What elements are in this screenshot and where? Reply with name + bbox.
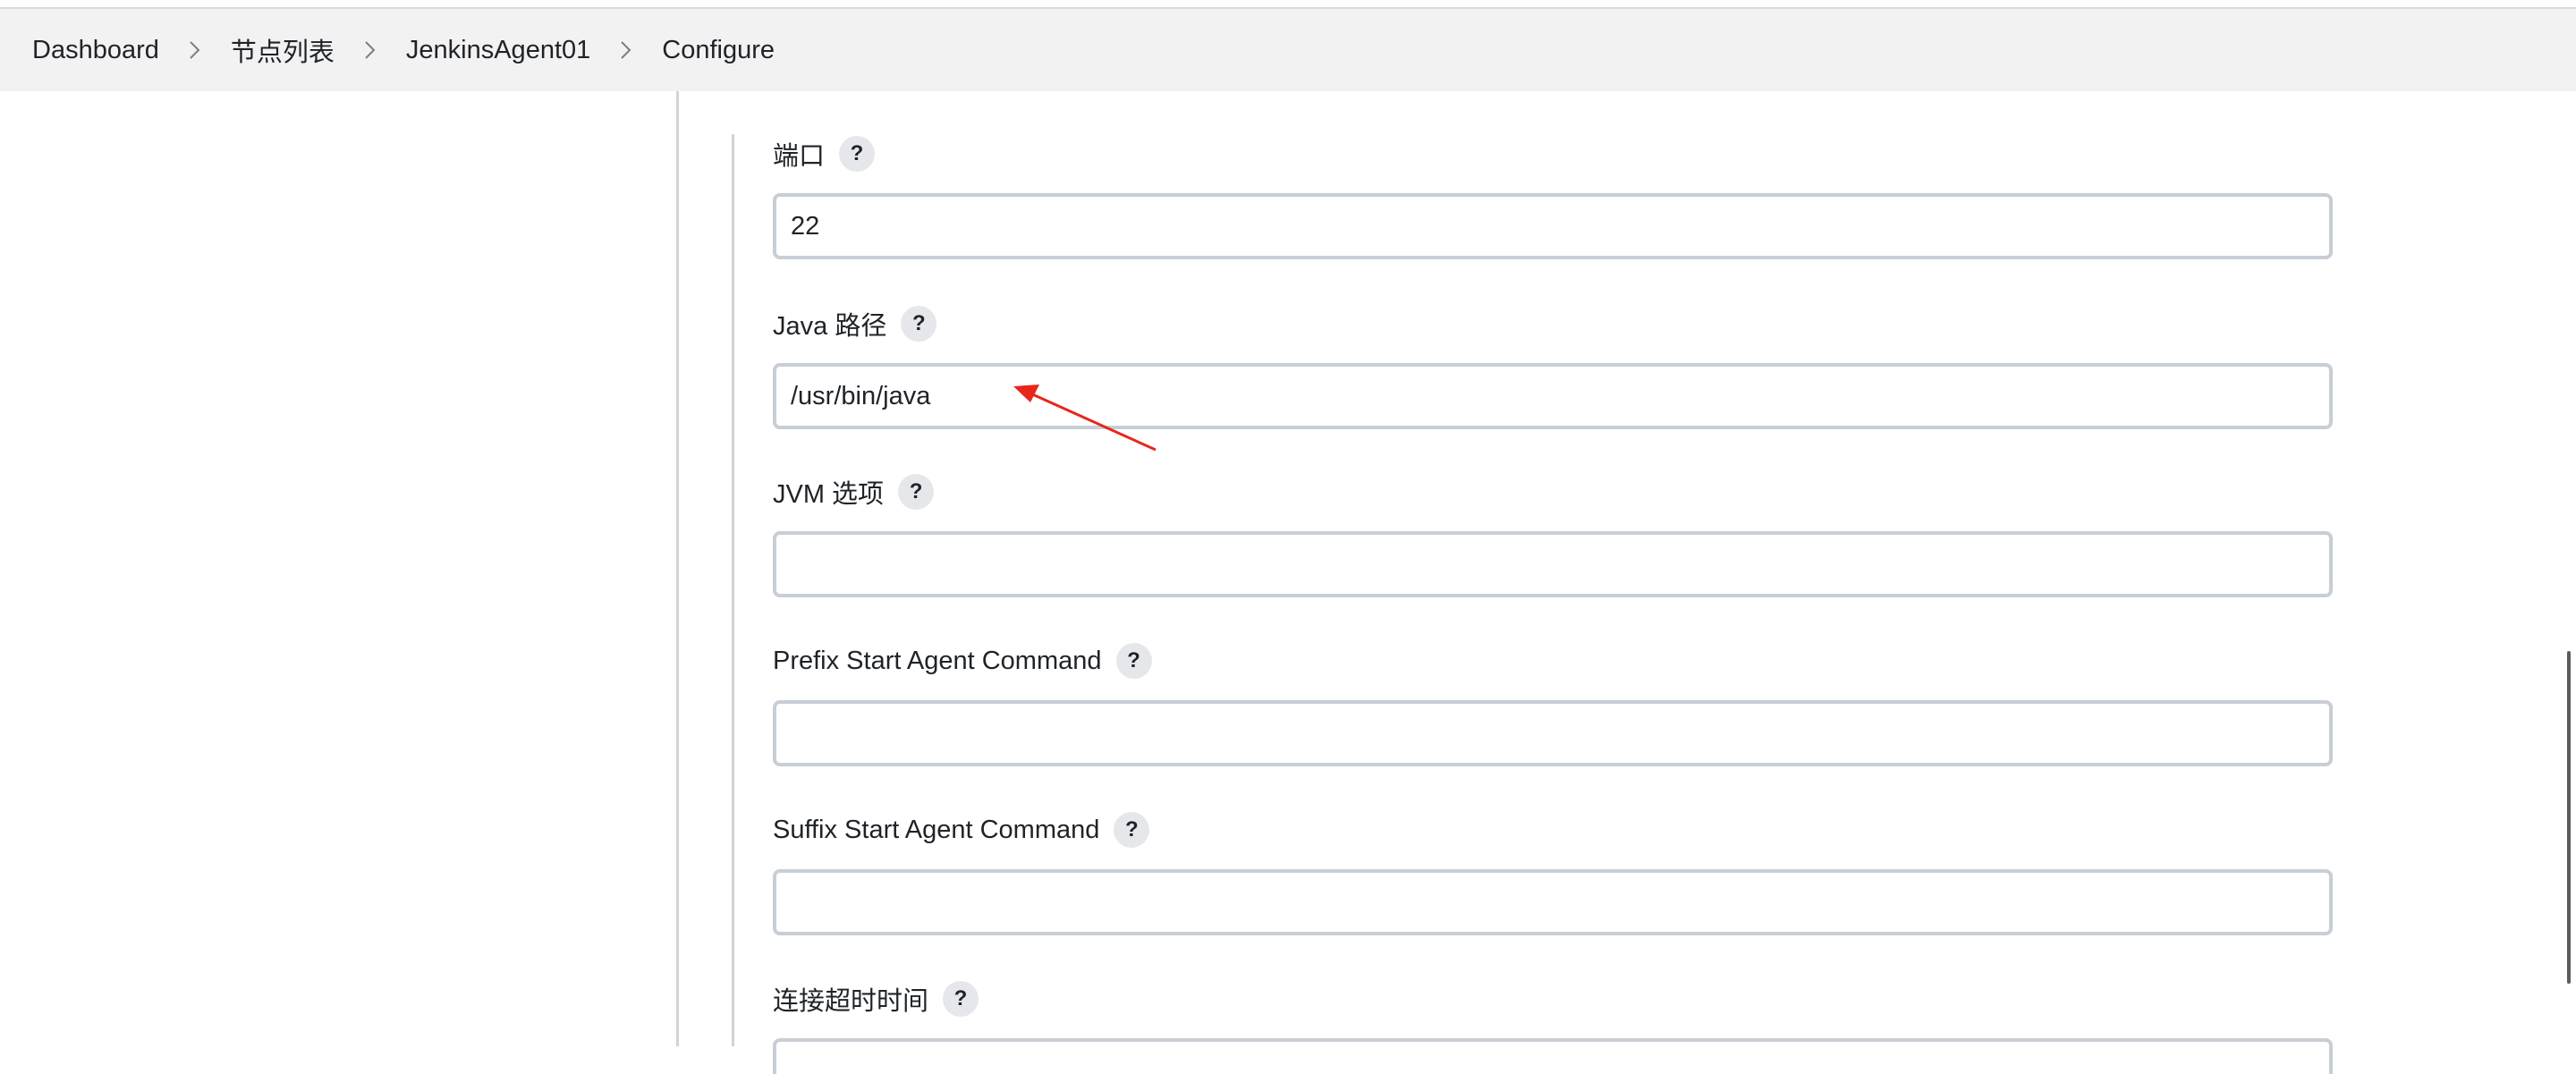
- connection-timeout-field-group: 连接超时时间 ?: [773, 979, 2333, 1074]
- help-icon[interactable]: ?: [1115, 643, 1152, 679]
- prefix-command-input[interactable]: [773, 700, 2333, 766]
- help-icon[interactable]: ?: [839, 136, 876, 172]
- chevron-right-icon: [159, 32, 231, 68]
- breadcrumb-dashboard[interactable]: Dashboard: [32, 36, 159, 65]
- connection-timeout-input[interactable]: [773, 1038, 2333, 1074]
- suffix-command-input[interactable]: [773, 869, 2333, 935]
- prefix-command-field-group: Prefix Start Agent Command ?: [773, 641, 2333, 766]
- section-nesting-line: [732, 134, 734, 1046]
- window-top-edge: [0, 0, 2576, 9]
- breadcrumb-node-list[interactable]: 节点列表: [231, 31, 335, 69]
- java-path-input[interactable]: /usr/bin/java: [773, 363, 2333, 429]
- scrollbar-thumb[interactable]: [2567, 651, 2571, 984]
- breadcrumb: Dashboard 节点列表 JenkinsAgent01 Configure: [0, 9, 2576, 91]
- help-icon[interactable]: ?: [943, 981, 979, 1017]
- sidebar-divider: [676, 91, 679, 1046]
- help-icon[interactable]: ?: [1114, 812, 1150, 848]
- port-field-group: 端口 ? 22: [773, 134, 2333, 259]
- help-icon[interactable]: ?: [901, 306, 937, 342]
- prefix-command-label: Prefix Start Agent Command: [773, 646, 1102, 675]
- jvm-options-field-group: JVM 选项 ?: [773, 472, 2333, 597]
- suffix-command-label: Suffix Start Agent Command: [773, 815, 1100, 844]
- chevron-right-icon: [590, 32, 662, 68]
- jvm-options-input[interactable]: [773, 531, 2333, 597]
- connection-timeout-label: 连接超时时间: [773, 987, 929, 1016]
- breadcrumb-configure[interactable]: Configure: [662, 36, 775, 65]
- chevron-right-icon: [335, 32, 406, 68]
- jvm-options-label: JVM 选项: [773, 480, 885, 509]
- java-path-field-group: Java 路径 ? /usr/bin/java: [773, 304, 2333, 429]
- breadcrumb-agent[interactable]: JenkinsAgent01: [406, 36, 590, 65]
- help-icon[interactable]: ?: [898, 474, 935, 510]
- suffix-command-field-group: Suffix Start Agent Command ?: [773, 810, 2333, 935]
- java-path-label: Java 路径: [773, 312, 887, 341]
- port-input[interactable]: 22: [773, 193, 2333, 259]
- port-label: 端口: [773, 142, 826, 171]
